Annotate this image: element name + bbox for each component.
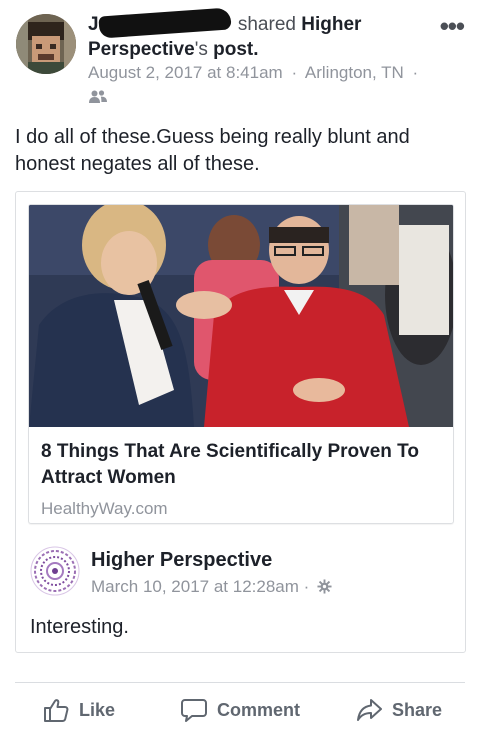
- like-button[interactable]: Like: [42, 690, 115, 730]
- like-label: Like: [79, 699, 116, 720]
- comment-button[interactable]: Comment: [180, 690, 300, 730]
- meta-separator: ·: [303, 577, 310, 596]
- post-date[interactable]: August 2, 2017 at 8:41am: [88, 63, 283, 82]
- possessive-suffix: 's: [194, 39, 208, 60]
- author-avatar[interactable]: [16, 14, 76, 74]
- actions-divider: [15, 682, 465, 683]
- meta-separator: ·: [291, 63, 298, 82]
- shared-post-card[interactable]: 8 Things That Are Scientifically Proven …: [15, 191, 466, 653]
- more-options-button[interactable]: •••: [440, 13, 465, 39]
- comment-bubble-icon: [181, 699, 207, 722]
- original-post-text: Interesting.: [30, 616, 129, 638]
- original-date[interactable]: March 10, 2017 at 12:28am: [91, 577, 299, 596]
- post-headline: J shared Higher Perspective's post.: [88, 7, 418, 62]
- link-domain: HealthyWay.com: [41, 499, 168, 518]
- article-photo: [29, 205, 453, 427]
- share-label: Share: [392, 699, 443, 720]
- post-meta: August 2, 2017 at 8:41am · Arlington, TN…: [88, 63, 422, 83]
- post-link[interactable]: post.: [213, 39, 258, 60]
- share-arrow-icon: [357, 699, 382, 721]
- page-avatar-mandala-icon[interactable]: [30, 546, 80, 596]
- action-bar: Like Comment Share: [15, 690, 465, 730]
- thumbs-up-icon: [44, 699, 69, 722]
- post-status-text: I do all of these.Guess being really blu…: [15, 126, 410, 175]
- original-page-name[interactable]: Higher Perspective: [91, 549, 272, 572]
- post-header: J shared Higher Perspective's post. Augu…: [0, 0, 480, 115]
- original-meta: March 10, 2017 at 12:28am ·: [91, 577, 332, 597]
- redaction-mark: [97, 7, 232, 39]
- share-button[interactable]: Share: [355, 690, 442, 730]
- comment-label: Comment: [217, 699, 301, 720]
- post-location[interactable]: Arlington, TN: [305, 63, 404, 82]
- public-gear-icon[interactable]: [317, 579, 332, 594]
- link-preview-image[interactable]: [29, 205, 453, 427]
- link-preview-card[interactable]: 8 Things That Are Scientifically Proven …: [28, 204, 454, 524]
- friends-icon[interactable]: [88, 89, 108, 105]
- shared-verb: shared: [237, 14, 296, 35]
- link-title[interactable]: 8 Things That Are Scientifically Proven …: [41, 439, 446, 491]
- author-name[interactable]: J: [88, 14, 99, 35]
- meta-separator: ·: [412, 63, 419, 82]
